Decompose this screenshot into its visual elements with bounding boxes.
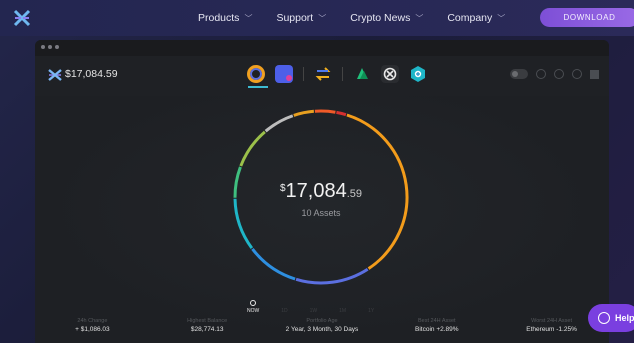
window-dot[interactable] bbox=[48, 45, 52, 49]
exchange-icon[interactable] bbox=[314, 65, 332, 83]
wallet-icon[interactable] bbox=[275, 65, 293, 83]
window-dot[interactable] bbox=[41, 45, 45, 49]
portfolio-value-main: 17,084 bbox=[285, 180, 347, 202]
exodus-logo-icon[interactable] bbox=[12, 8, 32, 28]
timeline-now[interactable]: NOW bbox=[247, 300, 259, 314]
refresh-icon[interactable] bbox=[536, 69, 546, 79]
donut-segment[interactable] bbox=[336, 110, 347, 117]
timeline-label: 1W bbox=[309, 308, 318, 314]
menu-company[interactable]: Company ﹀ bbox=[447, 12, 505, 24]
donut-segment[interactable] bbox=[251, 248, 296, 281]
donut-segment[interactable] bbox=[239, 130, 266, 167]
chevron-down-icon: ﹀ bbox=[244, 13, 253, 23]
stat-value: 2 Year, 3 Month, 30 Days bbox=[285, 326, 359, 333]
download-button[interactable]: DOWNLOAD bbox=[540, 8, 634, 27]
donut-segment[interactable] bbox=[264, 114, 294, 133]
window-dot[interactable] bbox=[55, 45, 59, 49]
menu-support[interactable]: Support ﹀ bbox=[276, 12, 326, 24]
privacy-toggle[interactable] bbox=[510, 69, 528, 79]
shield-icon[interactable] bbox=[409, 65, 427, 83]
help-button[interactable]: Help bbox=[588, 304, 634, 332]
gear-icon[interactable] bbox=[572, 69, 582, 79]
stat-label: 24h Change bbox=[77, 318, 108, 324]
toolbar-tabs bbox=[247, 65, 427, 83]
menu-crypto-news[interactable]: Crypto News ﹀ bbox=[350, 12, 423, 24]
portfolio-stats: 24h Change + $1,086.03 Highest Balance $… bbox=[35, 318, 609, 333]
stat-24h-change: 24h Change + $1,086.03 bbox=[35, 318, 150, 333]
chevron-down-icon: ﹀ bbox=[318, 13, 327, 23]
menu-crypto-news-label: Crypto News bbox=[350, 12, 411, 24]
portfolio-value-decimal: .59 bbox=[346, 188, 363, 200]
timeline-label: 1M bbox=[339, 308, 347, 314]
chevron-down-icon: ﹀ bbox=[497, 13, 506, 23]
toolbar-right-controls bbox=[510, 69, 599, 79]
donut-segment[interactable] bbox=[295, 267, 369, 285]
timeline-1y[interactable]: 1Y bbox=[368, 308, 374, 314]
menu-products-label: Products bbox=[198, 12, 240, 24]
toolbar-divider bbox=[342, 67, 343, 81]
help-label: Help bbox=[615, 313, 634, 323]
toolbar-divider bbox=[303, 67, 304, 81]
main-menu: Products ﹀ Support ﹀ Crypto News ﹀ Compa… bbox=[198, 0, 505, 36]
circle-icon bbox=[250, 300, 257, 306]
timeline-1w[interactable]: 1W bbox=[310, 308, 318, 314]
balance-display: $17,084.59 bbox=[65, 68, 118, 80]
portfolio-total: $17,084.59 bbox=[230, 180, 412, 203]
grid-icon[interactable] bbox=[590, 69, 599, 79]
app-toolbar: $17,084.59 bbox=[35, 56, 609, 96]
portfolio-icon[interactable] bbox=[247, 65, 265, 83]
stat-best-asset: Best 24H Asset Bitcoin +2.89% bbox=[379, 318, 494, 333]
asset-count: 10 Assets bbox=[301, 208, 341, 218]
stat-portfolio-age: Portfolio Age 2 Year, 3 Month, 30 Days bbox=[265, 318, 380, 333]
timeline-1d[interactable]: 1D bbox=[281, 308, 287, 314]
window-controls bbox=[41, 45, 59, 49]
menu-company-label: Company bbox=[447, 12, 493, 24]
chevron-down-icon: ﹀ bbox=[415, 13, 424, 23]
active-tab-indicator bbox=[248, 86, 268, 88]
timeline-label: NOW bbox=[247, 308, 260, 314]
stat-value: + $1,086.03 bbox=[75, 326, 110, 333]
window-titlebar bbox=[35, 40, 609, 56]
xo-icon[interactable] bbox=[381, 65, 399, 83]
top-nav: Products ﹀ Support ﹀ Crypto News ﹀ Compa… bbox=[0, 0, 634, 36]
stat-value: $28,774.13 bbox=[190, 326, 224, 333]
lock-icon[interactable] bbox=[554, 69, 564, 79]
timeline-label: 1D bbox=[281, 308, 288, 314]
app-window: $17,084.59 $17,084.59 10 Assets NOW 1D 1… bbox=[35, 40, 609, 343]
menu-support-label: Support bbox=[276, 12, 314, 24]
donut-segment[interactable] bbox=[314, 109, 336, 114]
timeline-label: 1Y bbox=[368, 308, 375, 314]
donut-segment[interactable] bbox=[233, 198, 254, 250]
donut-segment[interactable] bbox=[293, 109, 315, 117]
menu-products[interactable]: Products ﹀ bbox=[198, 12, 252, 24]
stat-label: Portfolio Age bbox=[306, 318, 338, 324]
stat-label: Highest Balance bbox=[187, 318, 228, 324]
stat-value: Bitcoin +2.89% bbox=[415, 326, 459, 333]
apps-icon[interactable] bbox=[353, 65, 371, 83]
exodus-logo-icon bbox=[48, 69, 62, 81]
timeline-1m[interactable]: 1M bbox=[339, 308, 346, 314]
stat-label: Best 24H Asset bbox=[417, 318, 456, 324]
chat-bubble-icon bbox=[598, 312, 610, 324]
timeline-selector: NOW 1D 1W 1M 1Y bbox=[247, 300, 374, 314]
portfolio-view: $17,084.59 10 Assets NOW 1D 1W 1M 1Y 24h… bbox=[35, 96, 609, 343]
stat-highest-balance: Highest Balance $28,774.13 bbox=[150, 318, 265, 333]
